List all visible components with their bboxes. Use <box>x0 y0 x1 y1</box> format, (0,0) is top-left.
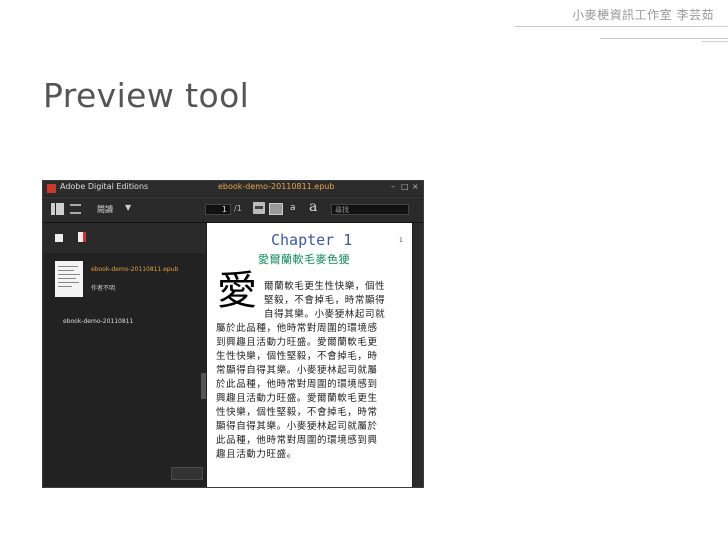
pdf-icon[interactable] <box>78 232 86 242</box>
header-divider <box>515 26 728 27</box>
studio-name: 小麥梗資訊工作室 李芸茹 <box>572 8 714 22</box>
body-line: 顯得自得其樂。小麥㹴林起司就屬於 <box>216 421 378 432</box>
fit-page-icon[interactable] <box>269 203 283 215</box>
page-scrollbar[interactable] <box>413 223 423 487</box>
reading-view-button[interactable]: 閱讀 <box>97 204 113 215</box>
body-line: 於此品種，他時常對周圍的環境感到 <box>216 379 378 390</box>
reading-page: Chapter 1 1 愛爾蘭軟毛麥色㹴 愛 爾蘭軟毛更生性快樂，個性 堅毅，不… <box>207 223 412 487</box>
page-number-input[interactable]: 1 <box>205 204 231 215</box>
thumb-text-line <box>58 266 78 267</box>
drop-cap: 愛 <box>217 268 257 314</box>
app-title: Adobe Digital Editions <box>60 182 149 191</box>
thumb-text-line <box>58 286 72 287</box>
book-author: 作者不明 <box>91 285 116 292</box>
library-view-icon[interactable] <box>51 203 64 215</box>
maximize-icon[interactable]: □ <box>401 182 409 191</box>
thumb-text-line <box>58 282 79 283</box>
body-line: 常顯得自得其樂。小麥㹴林起司就屬 <box>216 365 378 376</box>
dropdown-arrow-icon[interactable]: ▼ <box>125 203 131 212</box>
slide-title: Preview tool <box>43 76 250 115</box>
print-icon[interactable] <box>253 202 265 214</box>
slide-header: 小麥梗資訊工作室 李芸茹 <box>0 0 728 28</box>
list-view-icon[interactable] <box>70 204 81 214</box>
body-line: 屬於此品種，他時常對周圍的環境感 <box>216 323 378 334</box>
thumb-text-line <box>58 270 74 271</box>
search-input[interactable]: 尋找 <box>331 204 409 215</box>
page-total: /1 <box>234 204 242 213</box>
library-sidebar: ebook-demo-20110811.epub 作者不明 ebook-demo… <box>43 223 206 487</box>
sidebar-collapse-handle[interactable] <box>201 373 206 399</box>
book-name[interactable]: ebook-demo-20110811 <box>63 318 133 325</box>
sidebar-action-button[interactable] <box>171 467 203 480</box>
thumb-text-line <box>58 274 80 275</box>
body-line: 生性快樂，個性堅毅，不會掉毛，時 <box>216 351 378 362</box>
body-line: 爾蘭軟毛更生性快樂，個性 <box>264 281 386 292</box>
book-thumbnail[interactable] <box>55 261 83 297</box>
body-line: 性快樂，個性堅毅，不會掉毛，時常 <box>216 407 378 418</box>
reader-toolbar: 閱讀 ▼ 1 /1 a a 尋找 <box>43 197 423 223</box>
body-line: 趣且活動力旺盛。 <box>216 449 297 460</box>
app-logo-icon <box>47 184 56 193</box>
body-line: 自得其樂。小麥㹴林起司就 <box>264 309 386 320</box>
sidebar-toolbar <box>43 223 206 253</box>
body-line: 興趣且活動力旺盛。愛爾蘭軟毛更生 <box>216 393 378 404</box>
increase-font-button[interactable]: a <box>309 199 317 215</box>
book-file-name[interactable]: ebook-demo-20110811.epub <box>91 266 178 273</box>
thumb-text-line <box>58 278 76 279</box>
minimize-icon[interactable]: – <box>391 182 395 191</box>
bookmark-icon[interactable] <box>55 234 63 242</box>
decrease-font-button[interactable]: a <box>290 203 296 213</box>
close-icon[interactable]: × <box>412 182 419 191</box>
body-line: 此品種，他時常對周圍的環境感到興 <box>216 435 378 446</box>
body-line: 堅毅，不會掉毛，時常顯得 <box>264 295 386 306</box>
page-number: 1 <box>399 237 403 244</box>
ade-window: Adobe Digital Editions ebook-demo-201108… <box>42 180 424 488</box>
body-line: 到興趣且活動力旺盛。愛爾蘭軟毛更 <box>216 337 378 348</box>
file-title: ebook-demo-20110811.epub <box>218 182 335 191</box>
chapter-heading: Chapter 1 <box>271 231 353 249</box>
decorative-lines <box>702 26 728 42</box>
window-titlebar[interactable]: Adobe Digital Editions ebook-demo-201108… <box>43 181 423 196</box>
chapter-subtitle: 愛爾蘭軟毛麥色㹴 <box>258 253 350 266</box>
